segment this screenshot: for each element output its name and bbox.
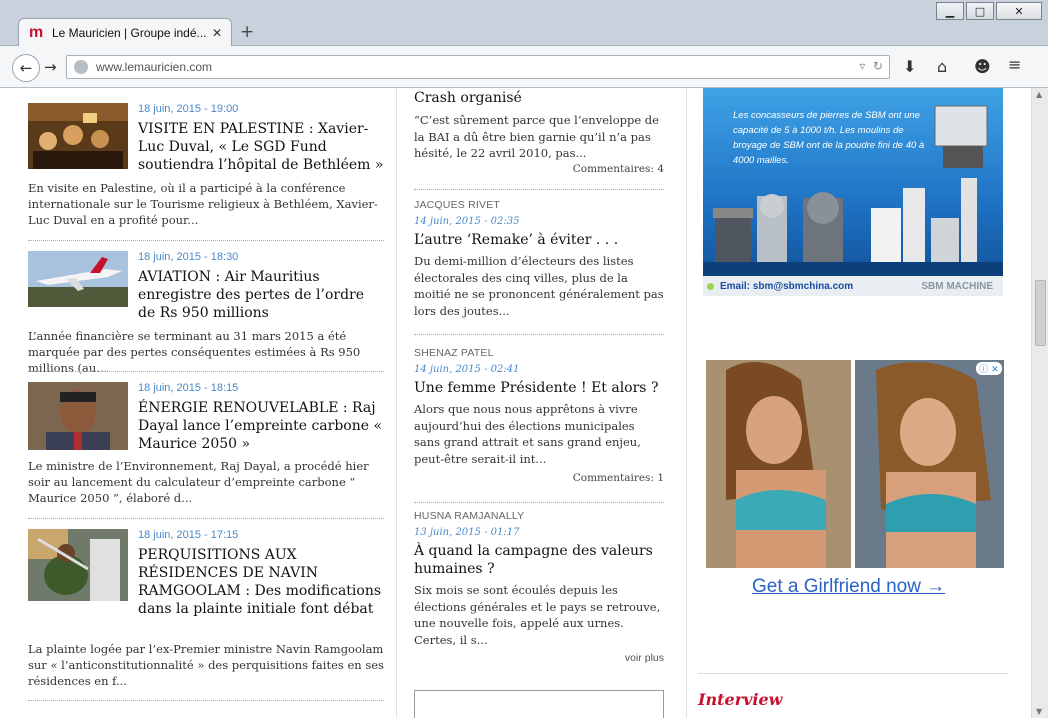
comments-count[interactable]: Commentaires: 1 <box>414 472 664 484</box>
download-icon[interactable]: ⬇ <box>903 57 916 76</box>
ad-link[interactable]: Get a Girlfriend now → <box>752 576 945 598</box>
news-excerpt: L’année financière se terminant au 31 ma… <box>28 329 361 375</box>
email-label: Email: <box>720 280 751 292</box>
opinion-title[interactable]: Une femme Présidente ! Et alors ? <box>414 379 664 397</box>
opinion-title[interactable]: À quand la campagne des valeurs humaines… <box>414 542 664 578</box>
home-icon[interactable]: ⌂ <box>937 57 947 76</box>
open-menu-icon[interactable]: ≡ <box>1008 55 1021 74</box>
scroll-down-icon[interactable]: ▼ <box>1036 707 1042 716</box>
dating-advertisement[interactable]: ⓘ ✕ <box>706 360 1004 568</box>
news-thumbnail[interactable] <box>28 382 128 450</box>
news-thumbnail[interactable] <box>28 529 128 601</box>
opinion-author[interactable]: Husna Ramjanally <box>414 510 664 522</box>
smiley-icon[interactable]: ☻ <box>974 57 991 76</box>
opinion-item[interactable]: Crash organisé “C’est sûrement parce que… <box>414 89 664 175</box>
page-viewport: 18 juin, 2015 - 19:00 VISITE EN PALESTIN… <box>0 88 1048 718</box>
news-excerpt: La plainte logée par l’ex-Premier minist… <box>28 642 384 688</box>
url-text[interactable]: www.lemauricien.com <box>96 60 212 74</box>
news-excerpt: En visite en Palestine, où il a particip… <box>28 181 378 227</box>
opinion-excerpt: “C’est sûrement parce que l’enveloppe de… <box>414 113 659 160</box>
column-divider <box>396 88 397 718</box>
back-button[interactable]: ← <box>12 54 40 82</box>
scrollbar-thumb[interactable] <box>1035 280 1046 346</box>
news-title[interactable]: VISITE EN PALESTINE : Xavier-Luc Duval, … <box>138 120 384 174</box>
section-heading-interview[interactable]: Interview <box>698 690 782 709</box>
news-date: 18 juin, 2015 - 17:15 <box>138 529 239 541</box>
forward-arrow-icon: → <box>44 58 57 76</box>
machinery-illustration <box>703 105 1003 276</box>
forward-button[interactable]: → <box>44 58 57 76</box>
comments-count[interactable]: Commentaires: 4 <box>414 163 664 175</box>
newsletter-box[interactable] <box>414 690 664 718</box>
divider <box>28 700 384 701</box>
ad-brand: SBM MACHINE <box>921 280 993 292</box>
opinion-item[interactable]: Shenaz Patel 14 juin, 2015 - 02:41 Une f… <box>414 347 664 484</box>
news-title-text[interactable]: PERQUISITIONS AUX RÉSIDENCES DE NAVIN RA… <box>138 546 384 618</box>
tab-title: Le Mauricien | Groupe indé... <box>52 26 206 40</box>
news-title[interactable]: PERQUISITIONS AUX RÉSIDENCES DE NAVIN RA… <box>138 546 384 618</box>
address-bar[interactable]: www.lemauricien.com ▿ ↻ <box>66 55 890 79</box>
vertical-scrollbar[interactable]: ▲ ▼ <box>1031 88 1048 718</box>
opinion-excerpt: Six mois se sont écoulés depuis les élec… <box>414 583 661 647</box>
opinion-author[interactable]: Shenaz Patel <box>414 347 664 359</box>
news-thumbnail[interactable] <box>28 103 128 169</box>
tab-close-icon[interactable]: ✕ <box>212 26 222 40</box>
opinion-title[interactable]: Crash organisé <box>414 89 664 107</box>
scroll-up-icon[interactable]: ▲ <box>1036 90 1042 99</box>
divider <box>28 240 384 241</box>
site-favicon-icon: m <box>29 24 44 41</box>
column-divider <box>686 88 687 718</box>
opinion-author[interactable]: Jacques Rivet <box>414 199 664 211</box>
divider <box>28 371 384 372</box>
news-thumbnail[interactable] <box>28 251 128 317</box>
close-window-button[interactable]: ✕ <box>996 2 1042 20</box>
divider <box>414 334 664 335</box>
sbm-advertisement[interactable]: Les concasseurs de pierres de SBM ont un… <box>703 88 1003 296</box>
status-dot-icon <box>707 282 714 290</box>
opinion-date: 13 juin, 2015 - 01:17 <box>414 527 520 538</box>
opinion-excerpt: Du demi-million d’électeurs des listes é… <box>414 254 664 318</box>
opinion-item[interactable]: Husna Ramjanally 13 juin, 2015 - 01:17 À… <box>414 510 664 648</box>
minimize-button[interactable]: ▁ <box>936 2 964 20</box>
news-date: 18 juin, 2015 - 18:30 <box>138 251 239 263</box>
opinion-date: 14 juin, 2015 - 02:35 <box>414 216 520 227</box>
globe-icon <box>74 60 88 74</box>
ad-info-icon[interactable]: ⓘ ✕ <box>976 362 1002 375</box>
browser-tab[interactable]: m Le Mauricien | Groupe indé... ✕ <box>18 18 232 47</box>
back-arrow-icon: ← <box>19 59 33 77</box>
see-more-link[interactable]: voir plus <box>625 652 664 664</box>
ad-photos <box>706 360 1004 568</box>
news-title[interactable]: ÉNERGIE RENOUVELABLE : Raj Dayal lance l… <box>138 399 384 453</box>
opinion-date: 14 juin, 2015 - 02:41 <box>414 364 520 375</box>
opinion-item[interactable]: Jacques Rivet 14 juin, 2015 - 02:35 L’au… <box>414 199 664 319</box>
news-title[interactable]: AVIATION : Air Mauritius enregistre des … <box>138 268 384 322</box>
divider <box>28 518 384 519</box>
email-link[interactable]: sbm@sbmchina.com <box>753 281 853 292</box>
new-tab-icon[interactable]: + <box>240 22 254 42</box>
news-date: 18 juin, 2015 - 19:00 <box>138 103 239 115</box>
opinion-excerpt: Alors que nous nous apprêtons à vivre au… <box>414 402 641 466</box>
divider <box>414 189 664 190</box>
window-titlebar: ▁ □ ✕ m Le Mauricien | Groupe indé... ✕ … <box>0 0 1048 47</box>
reload-icon[interactable]: ▿ ↻ <box>859 59 883 73</box>
news-excerpt: Le ministre de l’Environnement, Raj Daya… <box>28 459 369 505</box>
divider <box>414 502 664 503</box>
ad-footer: Email: sbm@sbmchina.com SBM MACHINE <box>703 276 1003 296</box>
maximize-button[interactable]: □ <box>966 2 994 20</box>
news-date: 18 juin, 2015 - 18:15 <box>138 382 239 394</box>
opinion-title[interactable]: L’autre ‘Remake’ à éviter . . . <box>414 231 664 249</box>
divider <box>698 673 1008 674</box>
navigation-toolbar: ← → www.lemauricien.com ▿ ↻ ⬇ ⌂ ☻ ≡ <box>0 46 1048 88</box>
window-controls: ▁ □ ✕ <box>936 2 1042 20</box>
